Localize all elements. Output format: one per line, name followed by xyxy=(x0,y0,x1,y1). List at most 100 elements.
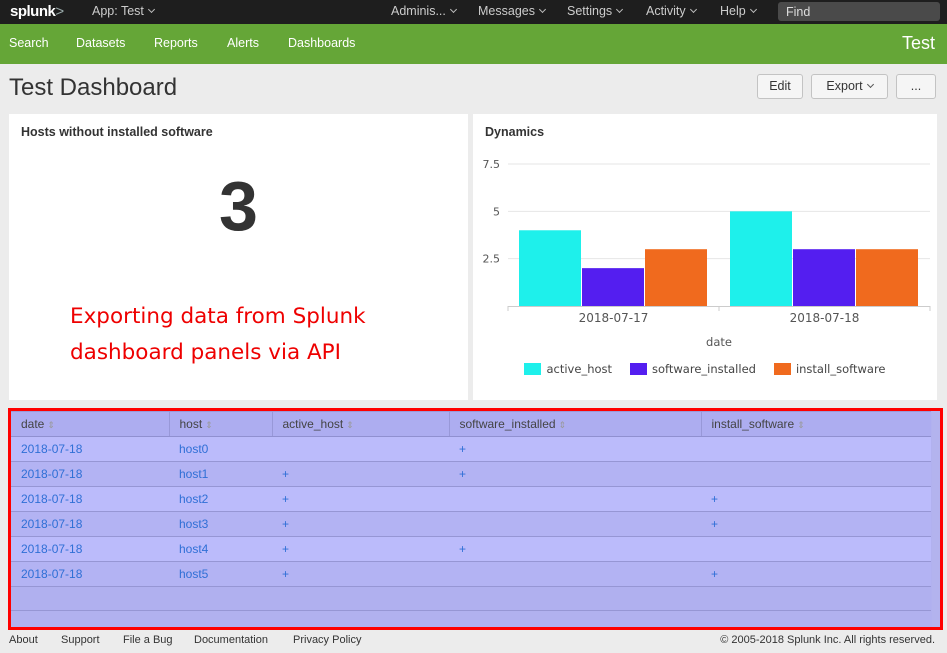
footer-link-support[interactable]: Support xyxy=(61,634,100,646)
table-cell-active-host[interactable] xyxy=(272,436,449,462)
nav-item-datasets[interactable]: Datasets xyxy=(76,36,125,50)
table-row[interactable]: 2018-07-18 host3 + + xyxy=(11,511,931,537)
column-header-date[interactable]: date ⇕ xyxy=(11,411,170,437)
legend-item-active-host[interactable]: active_host xyxy=(524,362,612,376)
splunk-logo[interactable]: splunk> xyxy=(10,3,64,20)
column-header-label: host xyxy=(179,417,203,431)
more-label: ... xyxy=(910,79,922,93)
sort-icon[interactable]: ⇕ xyxy=(47,420,55,430)
table-cell-install-software[interactable] xyxy=(701,436,931,462)
logo-text: splunk xyxy=(10,3,56,20)
x-tick-label: 2018-07-17 xyxy=(579,311,649,325)
legend-swatch xyxy=(630,363,648,375)
bar-active-host xyxy=(519,230,581,306)
table-cell-date[interactable]: 2018-07-18 xyxy=(11,536,169,562)
table-scrollbar[interactable] xyxy=(932,411,940,627)
column-header-software-installed[interactable]: software_installed ⇕ xyxy=(449,411,702,437)
panel-title: Hosts without installed software xyxy=(21,125,213,139)
nav-item-search[interactable]: Search xyxy=(9,36,49,50)
single-value[interactable]: 3 xyxy=(9,166,468,246)
table-row[interactable]: 2018-07-18 host1 + + xyxy=(11,461,931,487)
x-axis-title: date xyxy=(706,335,732,349)
table-cell-software-installed[interactable]: + xyxy=(449,536,701,562)
legend-item-install-software[interactable]: install_software xyxy=(773,362,886,376)
table-cell-date[interactable]: 2018-07-18 xyxy=(11,511,169,537)
table-row[interactable]: 2018-07-18 host0 + xyxy=(11,436,931,462)
chevron-down-icon xyxy=(147,5,155,14)
table-cell-install-software[interactable]: + xyxy=(701,486,931,512)
table-cell-install-software[interactable]: + xyxy=(701,561,931,587)
menu-help[interactable]: Help xyxy=(720,4,757,18)
table-cell-host[interactable]: host5 xyxy=(169,561,272,587)
column-header-host[interactable]: host ⇕ xyxy=(169,411,273,437)
find-input[interactable] xyxy=(778,2,940,21)
legend-swatch xyxy=(524,363,542,375)
table-cell-software-installed[interactable]: + xyxy=(449,436,701,462)
sort-icon[interactable]: ⇕ xyxy=(205,420,213,430)
chevron-down-icon xyxy=(538,5,547,14)
table-cell-host[interactable]: host4 xyxy=(169,536,272,562)
table-cell-host[interactable]: host2 xyxy=(169,486,272,512)
nav-item-dashboards[interactable]: Dashboards xyxy=(288,36,355,50)
menu-label: Activity xyxy=(646,4,686,18)
table-cell-host[interactable]: host0 xyxy=(169,436,272,462)
table-cell-host[interactable]: host1 xyxy=(169,461,272,487)
chevron-down-icon xyxy=(449,5,457,14)
table-cell-active-host[interactable]: + xyxy=(272,511,449,537)
footer-link-file-a-bug[interactable]: File a Bug xyxy=(123,634,173,646)
table-cell-date[interactable]: 2018-07-18 xyxy=(11,486,169,512)
edit-button[interactable]: Edit xyxy=(757,74,803,99)
menu-activity[interactable]: Activity xyxy=(646,4,697,18)
annotation-text: Exporting data from Splunk dashboard pan… xyxy=(70,299,366,371)
table-header-row: date ⇕ host ⇕ active_host ⇕ software_installed… xyxy=(11,411,931,437)
table-cell-software-installed[interactable] xyxy=(449,561,701,587)
table-cell-install-software[interactable]: + xyxy=(701,511,931,537)
top-bar: splunk> App: Test Adminis... Messages Se… xyxy=(0,0,947,24)
column-header-active-host[interactable]: active_host ⇕ xyxy=(272,411,450,437)
table-cell-active-host[interactable]: + xyxy=(272,461,449,487)
table-row[interactable]: 2018-07-18 host4 + + xyxy=(11,536,931,562)
table-cell-software-installed[interactable] xyxy=(449,486,701,512)
menu-settings[interactable]: Settings xyxy=(567,4,624,18)
column-header-label: date xyxy=(21,417,45,431)
export-button[interactable]: Export xyxy=(811,74,888,99)
legend-item-software-installed[interactable]: software_installed xyxy=(630,362,756,376)
table-cell-software-installed[interactable] xyxy=(449,511,701,537)
footer-link-privacy-policy[interactable]: Privacy Policy xyxy=(293,634,361,646)
menu-label: Help xyxy=(720,4,746,18)
footer-link-documentation[interactable]: Documentation xyxy=(194,634,268,646)
app-menu[interactable]: App: Test xyxy=(92,4,155,18)
chart-legend: active_host software_installed install_sof… xyxy=(473,362,937,376)
table-cell-active-host[interactable]: + xyxy=(272,486,449,512)
nav-item-alerts[interactable]: Alerts xyxy=(227,36,259,50)
table-cell-active-host[interactable]: + xyxy=(272,536,449,562)
more-actions-button[interactable]: ... xyxy=(896,74,936,99)
table-cell-date[interactable]: 2018-07-18 xyxy=(11,461,169,487)
column-header-install-software[interactable]: install_software ⇕ xyxy=(701,411,931,437)
sort-icon[interactable]: ⇕ xyxy=(346,420,354,430)
menu-messages[interactable]: Messages xyxy=(478,4,547,18)
bar-chart: 2.5 5 7.5 2018-07-17 2018-07-18 date xyxy=(483,158,931,349)
bar-install-software xyxy=(645,249,707,306)
table-row[interactable]: 2018-07-18 host5 + + xyxy=(11,561,931,587)
bar-software-installed xyxy=(582,268,644,306)
logo-chevron-icon: > xyxy=(55,3,64,20)
nav-item-reports[interactable]: Reports xyxy=(154,36,198,50)
menu-administrator[interactable]: Adminis... xyxy=(391,4,457,18)
table-cell-software-installed[interactable]: + xyxy=(449,461,701,487)
table-cell-install-software[interactable] xyxy=(701,461,931,487)
legend-label: active_host xyxy=(546,362,613,376)
table-cell-date[interactable]: 2018-07-18 xyxy=(11,436,169,462)
table-cell-install-software[interactable] xyxy=(701,536,931,562)
table-row[interactable]: 2018-07-18 host2 + + xyxy=(11,486,931,512)
table-cell-active-host[interactable]: + xyxy=(272,561,449,587)
table-cell-date[interactable]: 2018-07-18 xyxy=(11,561,169,587)
y-tick-label: 7.5 xyxy=(483,158,501,171)
chevron-down-icon xyxy=(689,5,697,14)
chart-panel: Dynamics 2.5 5 7.5 2018-07-17 2018-07-18 date… xyxy=(473,114,937,400)
sort-icon[interactable]: ⇕ xyxy=(559,420,567,430)
sort-icon[interactable]: ⇕ xyxy=(797,420,805,430)
menu-label: Settings xyxy=(567,4,613,18)
footer-link-about[interactable]: About xyxy=(9,634,38,646)
table-cell-host[interactable]: host3 xyxy=(169,511,272,537)
